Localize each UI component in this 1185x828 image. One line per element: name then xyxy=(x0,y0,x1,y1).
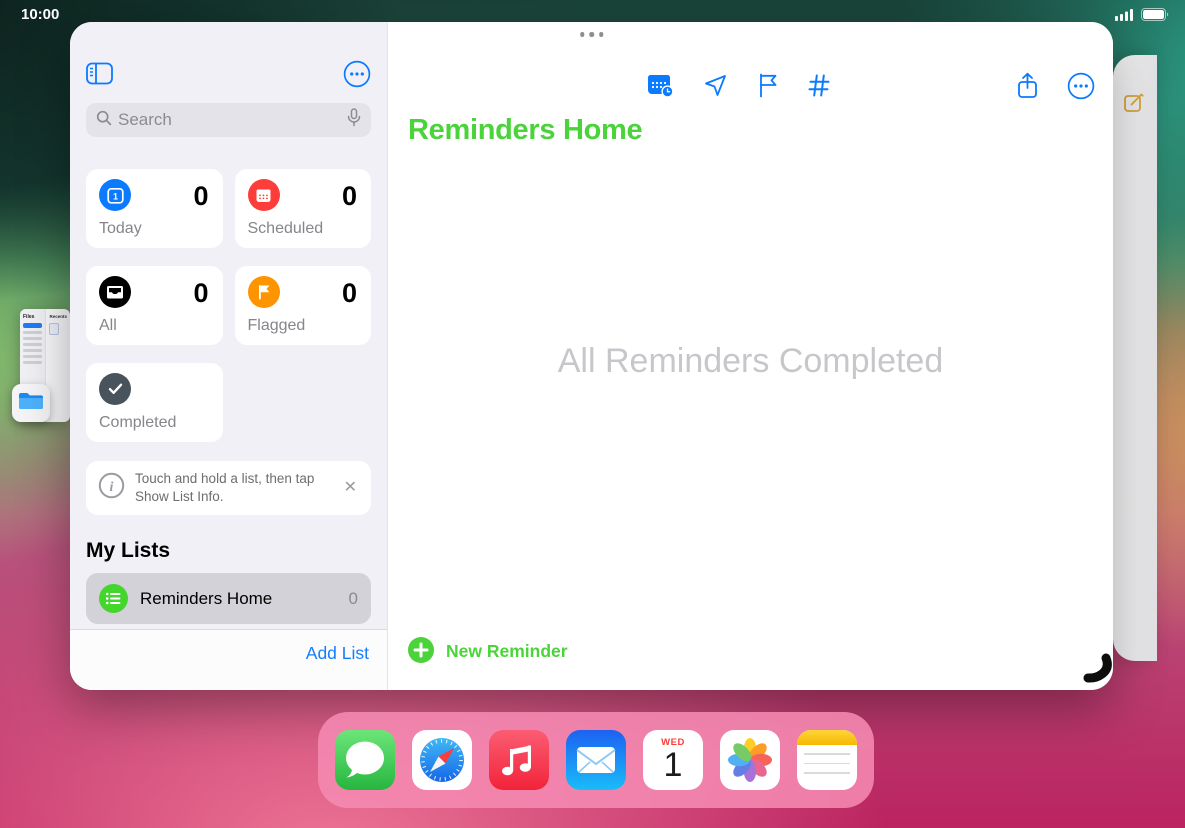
list-count: 0 xyxy=(348,588,358,608)
smart-list-all[interactable]: 0 All xyxy=(86,266,223,345)
notes-icon-band xyxy=(797,730,857,745)
dock-icon-safari[interactable] xyxy=(412,730,472,790)
toolbar-right-group xyxy=(1016,72,1095,103)
plus-circle-icon xyxy=(408,637,434,666)
sidebar-more-button[interactable] xyxy=(343,60,371,91)
more-button[interactable] xyxy=(1067,72,1095,103)
smart-lists-grid: 1 0 Today 0 Scheduled 0 All 0 Flagged Co… xyxy=(86,169,371,442)
ipad-screen: 10:00 Files Recents Search 1 0 Today 0 S… xyxy=(0,0,1185,828)
smart-list-flagged[interactable]: 0 Flagged xyxy=(234,266,371,345)
flag-button[interactable] xyxy=(757,73,778,101)
new-reminder-button[interactable]: New Reminder xyxy=(408,637,568,666)
info-icon: i xyxy=(98,472,125,504)
scheduled-icon xyxy=(247,179,280,211)
dock-icon-mail[interactable] xyxy=(566,730,626,790)
calendar-badge-button[interactable] xyxy=(646,72,674,101)
today-count: 0 xyxy=(193,181,209,211)
search-input[interactable] xyxy=(118,110,341,130)
svg-text:1: 1 xyxy=(112,191,117,201)
mic-icon[interactable] xyxy=(347,108,361,132)
files-preview-doc-thumb xyxy=(49,323,60,335)
files-folder-icon xyxy=(18,391,44,416)
my-lists-header: My Lists xyxy=(86,539,171,563)
share-button[interactable] xyxy=(1016,72,1039,103)
status-time: 10:00 xyxy=(21,6,60,23)
dock-icon-photos[interactable] xyxy=(720,730,780,790)
page-title: Reminders Home xyxy=(408,114,643,146)
smart-list-scheduled[interactable]: 0 Scheduled xyxy=(234,169,371,248)
share-icon xyxy=(1016,72,1039,103)
send-location-button[interactable] xyxy=(703,73,728,101)
all-label: All xyxy=(99,317,117,334)
reminders-main-pane: Reminders Home All Reminders Completed N… xyxy=(388,22,1113,690)
slide-over-panel[interactable] xyxy=(1113,55,1157,661)
signal-icon xyxy=(1115,8,1135,26)
today-label: Today xyxy=(99,220,142,237)
flag-outline-icon xyxy=(757,73,778,101)
more-ellipsis-circle-icon xyxy=(1067,72,1095,103)
smart-list-completed[interactable]: Completed xyxy=(86,363,223,442)
scheduled-count: 0 xyxy=(341,181,357,211)
all-count: 0 xyxy=(193,278,209,308)
toolbar-left-group xyxy=(646,72,831,101)
dock-icon-music[interactable] xyxy=(489,730,549,790)
completed-label: Completed xyxy=(99,414,177,431)
smart-list-today[interactable]: 1 0 Today xyxy=(86,169,223,248)
send-location-icon xyxy=(703,73,728,101)
sidebar-footer: Add List xyxy=(70,629,387,690)
today-icon: 1 xyxy=(99,179,131,211)
calendar-badge-icon xyxy=(646,72,674,101)
battery-icon xyxy=(1141,8,1169,26)
flagged-count: 0 xyxy=(341,278,357,308)
files-app-icon[interactable] xyxy=(12,384,50,422)
reminders-window: 1 0 Today 0 Scheduled 0 xyxy=(70,22,1113,690)
reminders-sidebar: 1 0 Today 0 Scheduled 0 xyxy=(70,22,388,690)
calendar-day: 1 xyxy=(663,746,683,784)
files-preview-title: Files xyxy=(23,314,35,320)
tip-text: Touch and hold a list, then tap Show Lis… xyxy=(135,471,315,505)
new-reminder-label: New Reminder xyxy=(446,641,568,661)
list-name: Reminders Home xyxy=(140,588,273,608)
completed-icon xyxy=(99,373,131,405)
add-list-button[interactable]: Add List xyxy=(306,643,369,664)
compose-square-pencil-icon[interactable] xyxy=(1122,91,1146,120)
svg-text:i: i xyxy=(110,480,114,495)
hashtag-button[interactable] xyxy=(807,73,831,101)
dock-icon-notes[interactable] xyxy=(797,730,857,790)
files-preview-selected-row xyxy=(23,323,43,328)
dock-icon-calendar[interactable]: WED 1 xyxy=(643,730,703,790)
sidebar-toggle-icon xyxy=(86,62,113,88)
dock-icon-messages[interactable] xyxy=(335,730,395,790)
search-field[interactable] xyxy=(86,103,371,137)
list-bullet-icon xyxy=(99,584,128,614)
files-preview-content: Recents xyxy=(46,309,70,422)
tip-card: i Touch and hold a list, then tap Show L… xyxy=(86,461,371,516)
flagged-label: Flagged xyxy=(247,317,306,334)
list-row-reminders-home[interactable]: Reminders Home 0 xyxy=(86,573,371,625)
files-preview-section-label: Recents xyxy=(49,314,67,319)
scheduled-label: Scheduled xyxy=(247,220,324,237)
search-icon xyxy=(96,110,112,131)
dock: WED 1 xyxy=(318,712,874,808)
flagged-icon xyxy=(247,276,280,308)
hashtag-icon xyxy=(807,73,831,101)
empty-state-text: All Reminders Completed xyxy=(557,342,944,380)
tip-close-button[interactable]: ✕ xyxy=(342,478,359,498)
window-drag-handle[interactable] xyxy=(579,32,604,37)
sidebar-toggle-button[interactable] xyxy=(86,62,113,88)
all-tray-icon xyxy=(99,276,131,308)
ellipsis-circle-icon xyxy=(343,60,371,91)
